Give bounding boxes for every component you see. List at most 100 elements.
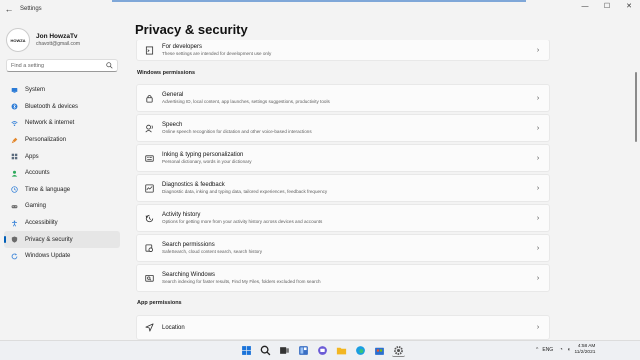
user-profile[interactable]: HOWZA Jon HowzaTv chavott@gmail.com bbox=[6, 28, 80, 52]
language-indicator[interactable]: ENG bbox=[542, 347, 553, 353]
sidebar-item-gaming[interactable]: Gaming bbox=[4, 198, 120, 215]
sidebar-item-network-internet[interactable]: Network & internet bbox=[4, 115, 120, 132]
sidebar: HOWZA Jon HowzaTv chavott@gmail.com Syst… bbox=[0, 18, 125, 340]
search-box[interactable] bbox=[6, 59, 118, 72]
sidebar-item-system[interactable]: System bbox=[4, 82, 120, 99]
sidebar-item-label: System bbox=[25, 87, 46, 94]
maximize-button[interactable]: ☐ bbox=[596, 0, 618, 14]
clock[interactable]: 4:58 AM 11/2/2021 bbox=[574, 344, 595, 356]
settings-card-speech[interactable]: Speech Online speech recognition for dict… bbox=[136, 114, 550, 142]
wifi-icon bbox=[11, 121, 18, 127]
sidebar-item-label: Windows Update bbox=[25, 253, 71, 260]
title-bar: ← Settings — ☐ ✕ bbox=[0, 0, 640, 18]
sidebar-item-accounts[interactable]: Accounts bbox=[4, 165, 120, 182]
scrollbar[interactable] bbox=[635, 72, 637, 142]
searching-windows-icon bbox=[145, 274, 154, 282]
sidebar-item-label: Accessibility bbox=[25, 220, 58, 227]
card-title: Search permissions bbox=[162, 242, 215, 248]
sidebar-nav: System Bluetooth & devices Network & inter… bbox=[4, 82, 120, 265]
taskbar-windows-start-icon[interactable] bbox=[240, 344, 253, 357]
diagnostics-icon bbox=[145, 183, 154, 193]
controller-icon bbox=[11, 205, 18, 209]
volume-icon[interactable]: ◖ bbox=[567, 347, 571, 353]
settings-card-activity-history[interactable]: Activity history Options for getting more… bbox=[136, 204, 550, 232]
card-title: Diagnostics & feedback bbox=[162, 182, 225, 188]
card-title: Inking & typing personalization bbox=[162, 152, 244, 158]
card-title: Activity history bbox=[162, 212, 201, 218]
sidebar-item-windows-update[interactable]: Windows Update bbox=[4, 248, 120, 265]
tray-overflow-icon[interactable]: ^ bbox=[536, 347, 538, 353]
settings-card-searching-windows[interactable]: Searching Windows Search indexing for fas… bbox=[136, 264, 550, 292]
location-icon bbox=[145, 323, 154, 332]
chevron-right-icon: › bbox=[536, 184, 540, 192]
search-input[interactable] bbox=[11, 62, 106, 69]
taskbar-settings-icon[interactable] bbox=[392, 344, 405, 357]
accessibility-icon bbox=[12, 220, 17, 227]
person-icon bbox=[11, 170, 18, 177]
card-description: Advertising ID, local content, app launc… bbox=[162, 99, 330, 104]
settings-card-inking-typing-personalization[interactable]: Inking & typing personalization Personal … bbox=[136, 144, 550, 172]
taskbar-search-icon[interactable] bbox=[259, 344, 272, 357]
avatar[interactable]: HOWZA bbox=[6, 28, 30, 52]
card-title: Searching Windows bbox=[162, 272, 216, 278]
card-title: Location bbox=[162, 324, 185, 331]
back-button[interactable]: ← bbox=[0, 4, 18, 14]
chevron-right-icon: › bbox=[536, 214, 540, 222]
taskbar-task-view-icon[interactable] bbox=[278, 344, 291, 357]
sidebar-item-label: Apps bbox=[25, 153, 39, 160]
settings-card-search-permissions[interactable]: Search permissions SafeSearch, cloud cont… bbox=[136, 234, 550, 262]
window-title: Settings bbox=[20, 6, 42, 12]
settings-card-for-developers[interactable]: For developers These settings are intende… bbox=[136, 40, 550, 61]
card-description: Search indexing for faster results, Find… bbox=[162, 279, 321, 284]
chevron-right-icon: › bbox=[536, 154, 540, 162]
page-title: Privacy & security bbox=[135, 22, 248, 37]
chevron-right-icon: › bbox=[536, 124, 540, 132]
chevron-right-icon: › bbox=[536, 274, 540, 282]
sidebar-item-time-language[interactable]: Time & language bbox=[4, 182, 120, 199]
sidebar-item-label: Accounts bbox=[25, 170, 50, 177]
card-description: Options for getting more from your activ… bbox=[162, 219, 323, 224]
minimize-button[interactable]: — bbox=[574, 0, 596, 14]
inking-icon bbox=[145, 154, 154, 162]
developer-tools-icon bbox=[145, 45, 154, 55]
sidebar-item-accessibility[interactable]: Accessibility bbox=[4, 215, 120, 232]
wifi-icon[interactable]: ◔ bbox=[559, 347, 563, 353]
settings-card-general[interactable]: General Advertising ID, local content, ap… bbox=[136, 84, 550, 112]
card-title: Speech bbox=[162, 122, 183, 128]
chevron-right-icon: › bbox=[536, 244, 540, 252]
system-tray: ^ ENG ◔ ◖ 4:58 AM 11/2/2021 bbox=[536, 344, 595, 356]
user-email: chavott@gmail.com bbox=[36, 41, 80, 47]
monitor-icon bbox=[11, 87, 18, 93]
search-icon[interactable] bbox=[106, 62, 113, 69]
update-icon bbox=[11, 253, 18, 260]
chat-icon bbox=[318, 346, 327, 355]
sidebar-item-label: Personalization bbox=[25, 137, 67, 144]
globe-clock-icon bbox=[11, 186, 18, 194]
sidebar-item-apps[interactable]: Apps bbox=[4, 148, 120, 165]
chevron-right-icon: › bbox=[536, 324, 540, 331]
card-description: Personal dictionary, words in your dicti… bbox=[162, 159, 252, 164]
section-heading-windows-permissions: Windows permissions bbox=[137, 70, 196, 76]
widgets-icon bbox=[299, 346, 308, 355]
taskbar-store-icon[interactable] bbox=[373, 344, 386, 357]
taskbar-chat-icon[interactable] bbox=[316, 344, 329, 357]
store-icon bbox=[375, 347, 384, 355]
card-description: Online speech recognition for dictation … bbox=[162, 129, 312, 134]
search-icon bbox=[260, 345, 271, 356]
brush-icon bbox=[11, 137, 18, 143]
windows-start-icon bbox=[242, 346, 251, 355]
sidebar-item-privacy-security[interactable]: Privacy & security bbox=[4, 231, 120, 248]
lock-icon bbox=[146, 94, 153, 103]
sidebar-item-label: Gaming bbox=[25, 203, 47, 210]
taskbar-widgets-icon[interactable] bbox=[297, 344, 310, 357]
taskbar-file-explorer-icon[interactable] bbox=[335, 344, 348, 357]
sidebar-item-bluetooth-devices[interactable]: Bluetooth & devices bbox=[4, 99, 120, 116]
settings-card-diagnostics-feedback[interactable]: Diagnostics & feedback Diagnostic data, i… bbox=[136, 174, 550, 202]
bluetooth-icon bbox=[11, 103, 18, 110]
taskbar-edge-icon[interactable] bbox=[354, 344, 367, 357]
settings-card-location[interactable]: Location › bbox=[136, 315, 550, 340]
sidebar-item-personalization[interactable]: Personalization bbox=[4, 132, 120, 149]
settings-icon bbox=[394, 345, 403, 355]
section-heading-app-permissions: App permissions bbox=[137, 300, 182, 306]
close-button[interactable]: ✕ bbox=[618, 0, 640, 14]
